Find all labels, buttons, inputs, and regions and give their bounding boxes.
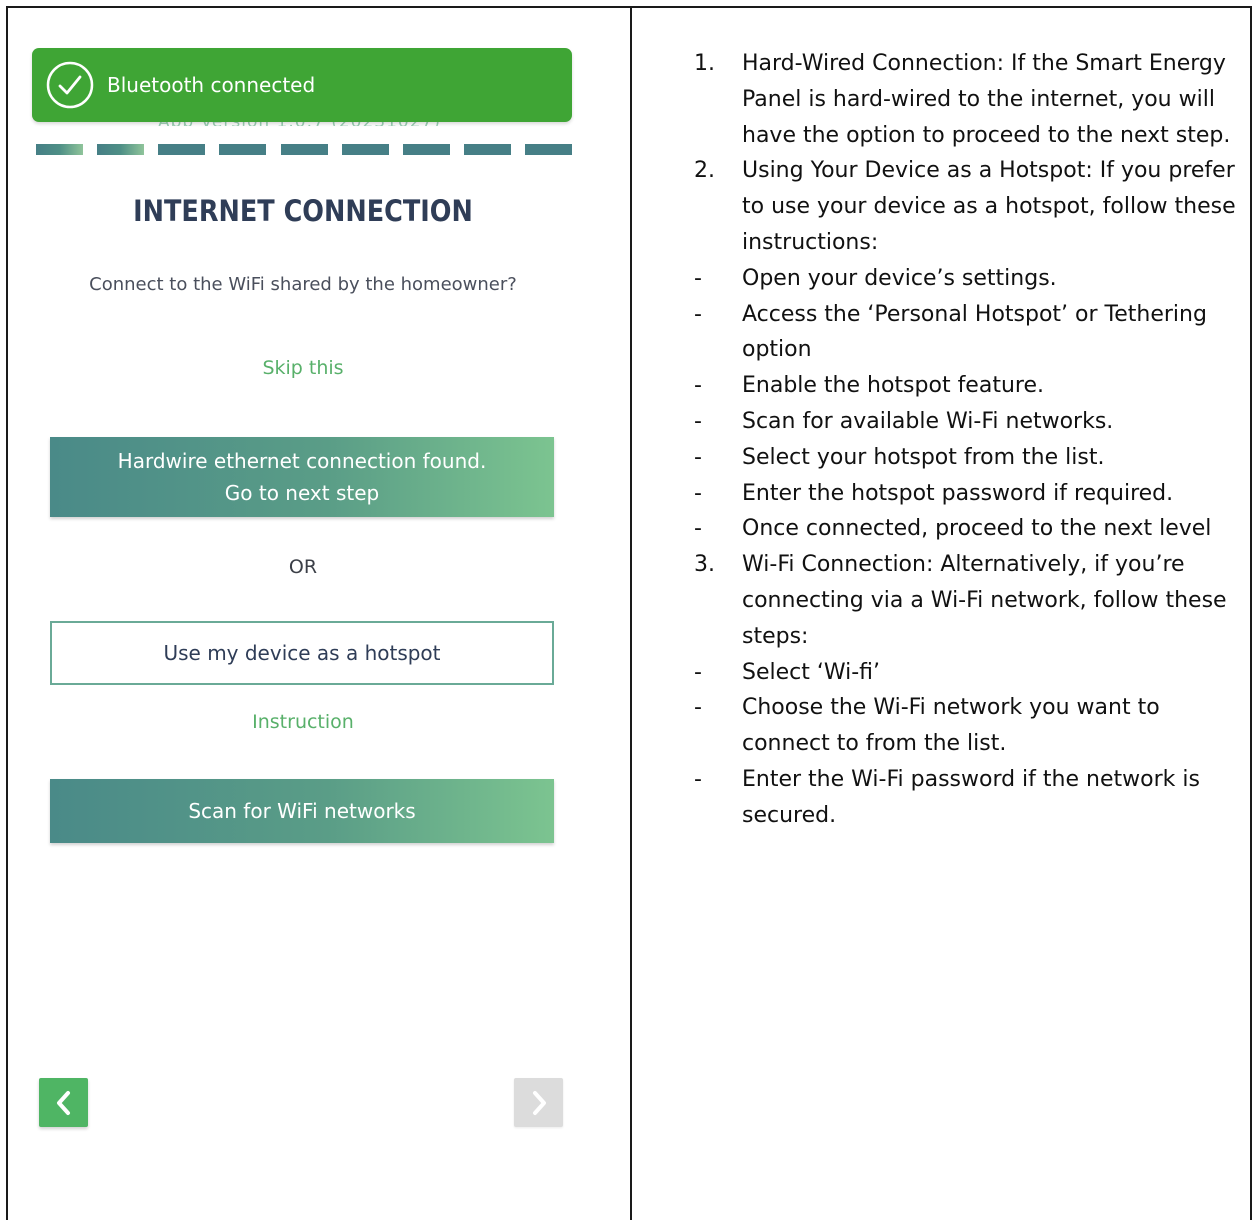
next-button[interactable] bbox=[514, 1078, 563, 1127]
document-table: App Version 1.0.7 (20231027) Bluetooth c… bbox=[6, 6, 1252, 1220]
instruction-text: Hard-Wired Connection: If the Smart Ener… bbox=[742, 51, 1231, 148]
instruction-item: - Enter the hotspot password if required. bbox=[694, 476, 1242, 512]
instruction-marker: - bbox=[694, 480, 702, 506]
scan-wifi-button[interactable]: Scan for WiFi networks bbox=[50, 779, 554, 843]
instruction-text: Access the ‘Personal Hotspot’ or Tetheri… bbox=[742, 301, 1207, 363]
progress-segment bbox=[97, 144, 145, 155]
hotspot-button[interactable]: Use my device as a hotspot bbox=[50, 621, 554, 685]
instruction-marker: - bbox=[694, 766, 702, 792]
instruction-item: - Enable the hotspot feature. bbox=[694, 368, 1242, 404]
instruction-text: Wi-Fi Connection: Alternatively, if you’… bbox=[742, 552, 1227, 649]
instruction-item: - Open your device’s settings. bbox=[694, 261, 1242, 297]
instruction-marker: - bbox=[694, 408, 702, 434]
instruction-text: Enter the Wi-Fi password if the network … bbox=[742, 766, 1200, 828]
instruction-marker: - bbox=[694, 516, 702, 542]
instruction-text: Scan for available Wi-Fi networks. bbox=[742, 408, 1114, 434]
instruction-marker: - bbox=[694, 265, 702, 291]
instruction-marker: - bbox=[694, 695, 702, 721]
progress-segment bbox=[36, 144, 83, 155]
progress-segment bbox=[341, 144, 389, 155]
hardwire-next-step-button[interactable]: Hardwire ethernet connection found. Go t… bbox=[50, 437, 554, 517]
progress-segment bbox=[158, 144, 206, 155]
column-divider bbox=[630, 8, 632, 1220]
instruction-item: - Enter the Wi-Fi password if the network… bbox=[694, 762, 1242, 834]
instruction-text: Enter the hotspot password if required. bbox=[742, 480, 1174, 506]
or-divider-label: OR bbox=[288, 556, 318, 578]
page-title: INTERNET CONNECTION bbox=[133, 194, 473, 228]
instruction-item: - Select your hotspot from the list. bbox=[694, 440, 1242, 476]
instruction-text: Once connected, proceed to the next leve… bbox=[742, 516, 1212, 542]
instruction-item: 1. Hard-Wired Connection: If the Smart En… bbox=[694, 46, 1242, 153]
instruction-marker: - bbox=[694, 373, 702, 399]
instruction-marker: - bbox=[694, 301, 702, 327]
instruction-text: Select ‘Wi-fi’ bbox=[742, 659, 881, 685]
check-circle-icon bbox=[46, 61, 94, 109]
instruction-text: Choose the Wi-Fi network you want to con… bbox=[742, 695, 1160, 757]
instruction-item: - Scan for available Wi-Fi networks. bbox=[694, 404, 1242, 440]
instruction-item: - Select ‘Wi-fi’ bbox=[694, 655, 1242, 691]
setup-progress-bar bbox=[36, 144, 572, 155]
hardwire-button-line2: Go to next step bbox=[224, 481, 380, 505]
chevron-left-icon bbox=[56, 1090, 70, 1115]
hardwire-button-line1: Hardwire ethernet connection found. bbox=[117, 449, 487, 473]
instruction-text: Open your device’s settings. bbox=[742, 265, 1057, 291]
instruction-text: Select your hotspot from the list. bbox=[742, 444, 1105, 470]
instruction-marker: 1. bbox=[694, 51, 715, 76]
instruction-marker: - bbox=[694, 444, 702, 470]
instruction-item: 2. Using Your Device as a Hotspot: If you… bbox=[694, 153, 1242, 260]
instruction-link[interactable]: Instruction bbox=[8, 711, 598, 733]
page-subtitle: Connect to the WiFi shared by the homeow… bbox=[89, 274, 517, 295]
toast-message: Bluetooth connected bbox=[107, 73, 316, 97]
instruction-item: - Access the ‘Personal Hotspot’ or Tether… bbox=[694, 297, 1242, 369]
instruction-text: Using Your Device as a Hotspot: If you p… bbox=[742, 158, 1236, 255]
instruction-marker: - bbox=[694, 659, 702, 685]
progress-segment bbox=[463, 144, 511, 155]
chevron-right-icon bbox=[532, 1090, 546, 1115]
progress-segment bbox=[402, 144, 450, 155]
instruction-marker: 2. bbox=[694, 158, 715, 184]
instruction-item: - Choose the Wi-Fi network you want to co… bbox=[694, 690, 1242, 762]
back-button[interactable] bbox=[39, 1078, 88, 1127]
instruction-item: - Once connected, proceed to the next lev… bbox=[694, 511, 1242, 547]
bluetooth-toast: Bluetooth connected bbox=[32, 48, 572, 122]
skip-link[interactable]: Skip this bbox=[8, 357, 598, 379]
instruction-text: Enable the hotspot feature. bbox=[742, 373, 1044, 399]
instruction-item: 3. Wi-Fi Connection: Alternatively, if yo… bbox=[694, 547, 1242, 654]
progress-segment bbox=[219, 144, 267, 155]
app-screenshot: App Version 1.0.7 (20231027) Bluetooth c… bbox=[8, 8, 630, 1220]
progress-segment bbox=[280, 144, 328, 155]
instruction-marker: 3. bbox=[694, 552, 715, 578]
instruction-list: 1. Hard-Wired Connection: If the Smart En… bbox=[694, 46, 1242, 834]
progress-segment bbox=[525, 144, 572, 155]
